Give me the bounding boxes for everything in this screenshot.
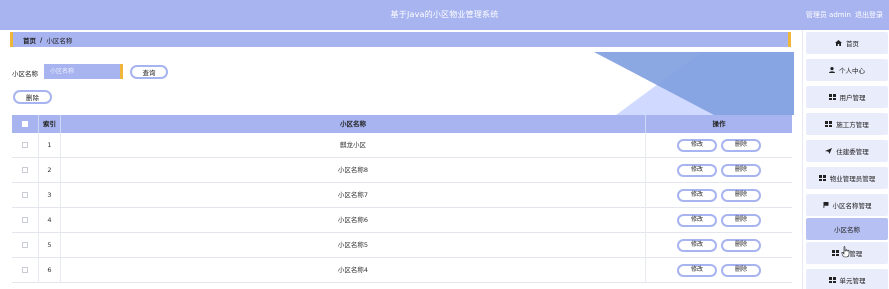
- breadcrumb-current: 小区名称: [46, 36, 73, 45]
- header-index: 索引: [38, 115, 60, 133]
- row-index: 5: [38, 232, 60, 258]
- table-row: 6 小区名称4 修改 删除: [12, 257, 792, 283]
- data-table: 索引 小区名称 操作 1 麒龙小区 修改 删除 2 小区名称8 修改 删除 3 小区名称7 修改 删除…: [12, 115, 792, 283]
- table-row: 3 小区名称7 修改 删除: [12, 182, 792, 208]
- search-input[interactable]: [44, 64, 123, 79]
- edit-button[interactable]: 修改: [677, 238, 717, 252]
- sidebar-item-label: 住建委管理: [836, 148, 869, 156]
- row-operations: 修改 删除: [645, 132, 792, 158]
- row-operations: 修改 删除: [645, 182, 792, 208]
- batch-delete-button[interactable]: 删除: [13, 90, 52, 104]
- search-label: 小区名称: [12, 70, 38, 78]
- row-name: 小区名称6: [60, 207, 645, 233]
- grid-icon: [825, 121, 833, 127]
- grid-icon: [828, 277, 836, 283]
- sidebar-item-label: 用户管理: [839, 94, 866, 102]
- row-checkbox[interactable]: [22, 192, 28, 198]
- row-name: 小区名称5: [60, 232, 645, 258]
- breadcrumb-separator: /: [40, 35, 43, 44]
- table-header: 索引 小区名称 操作: [12, 115, 792, 133]
- user-icon: [829, 67, 839, 73]
- header-operation: 操作: [645, 115, 792, 133]
- delete-button[interactable]: 删除: [721, 163, 761, 177]
- row-name: 小区名称7: [60, 182, 645, 208]
- delete-button[interactable]: 删除: [721, 213, 761, 227]
- sidebar-item-label: 小区名称: [834, 226, 860, 234]
- sidebar-item-4[interactable]: 住建委管理: [806, 140, 888, 162]
- query-button[interactable]: 查询: [130, 65, 168, 79]
- sidebar-item-0[interactable]: 首页: [806, 32, 888, 54]
- table-row: 5 小区名称5 修改 删除: [12, 232, 792, 258]
- delete-button[interactable]: 删除: [721, 263, 761, 277]
- row-index: 4: [38, 207, 60, 233]
- edit-button[interactable]: 修改: [677, 213, 717, 227]
- row-operations: 修改 删除: [645, 157, 792, 183]
- breadcrumb: 首页 / 小区名称: [10, 32, 791, 47]
- edit-button[interactable]: 修改: [677, 138, 717, 152]
- sidebar-item-7[interactable]: 小区名称: [806, 218, 888, 240]
- edit-button[interactable]: 修改: [677, 163, 717, 177]
- row-index: 1: [38, 132, 60, 158]
- top-bar: 基于Java的小区物业管理系统 管理员 admin 退出登录: [0, 0, 889, 30]
- row-operations: 修改 删除: [645, 207, 792, 233]
- edit-button[interactable]: 修改: [677, 188, 717, 202]
- row-checkbox[interactable]: [22, 242, 28, 248]
- row-name: 小区名称8: [60, 157, 645, 183]
- row-name: 麒龙小区: [60, 132, 645, 158]
- table-body: 1 麒龙小区 修改 删除 2 小区名称8 修改 删除 3 小区名称7 修改 删除 4 小区名称6 修改 删除 5…: [12, 132, 792, 283]
- sidebar-item-9[interactable]: 单元管理: [806, 269, 888, 289]
- table-row: 4 小区名称6 修改 删除: [12, 207, 792, 233]
- row-checkbox[interactable]: [22, 217, 28, 223]
- delete-button[interactable]: 删除: [721, 188, 761, 202]
- logout-link[interactable]: 退出登录: [855, 11, 883, 19]
- sidebar-item-3[interactable]: 施工方管理: [806, 113, 888, 135]
- select-all-checkbox[interactable]: [22, 121, 28, 127]
- sidebar-item-label: 首页: [846, 40, 859, 48]
- sidebar-item-label: 单元管理: [839, 277, 866, 285]
- table-row: 1 麒龙小区 修改 删除: [12, 132, 792, 158]
- sidebar-item-6[interactable]: 小区名称管理: [806, 194, 888, 216]
- sidebar-item-label: 物业管理员管理: [829, 175, 876, 183]
- sidebar-item-5[interactable]: 物业管理员管理: [806, 167, 888, 189]
- sidebar-item-label: 个人中心: [839, 67, 865, 75]
- breadcrumb-home[interactable]: 首页: [23, 35, 36, 45]
- row-operations: 修改 删除: [645, 257, 792, 283]
- row-checkbox[interactable]: [22, 167, 28, 173]
- row-index: 6: [38, 257, 60, 283]
- row-checkbox[interactable]: [22, 142, 28, 148]
- table-row: 2 小区名称8 修改 删除: [12, 157, 792, 183]
- row-index: 3: [38, 182, 60, 208]
- home-icon: [835, 40, 846, 46]
- sidebar-item-label: 小区名称管理: [832, 202, 872, 210]
- header-name: 小区名称: [60, 115, 645, 133]
- row-operations: 修改 删除: [645, 232, 792, 258]
- sidebar-item-2[interactable]: 用户管理: [806, 86, 888, 108]
- sidebar-item-1[interactable]: 个人中心: [806, 59, 888, 81]
- grid-icon: [818, 175, 826, 181]
- row-name: 小区名称4: [60, 257, 645, 283]
- user-area: 管理员 admin 退出登录: [802, 0, 883, 30]
- grid-icon: [831, 250, 839, 256]
- row-index: 2: [38, 157, 60, 183]
- mouse-cursor-icon: [841, 246, 850, 258]
- send-icon: [825, 148, 836, 154]
- sidebar-item-label: 施工方管理: [836, 121, 869, 129]
- delete-button[interactable]: 删除: [721, 238, 761, 252]
- delete-button[interactable]: 删除: [721, 138, 761, 152]
- row-checkbox[interactable]: [22, 267, 28, 273]
- flag-icon: [823, 202, 833, 208]
- current-user: 管理员 admin: [805, 11, 851, 19]
- grid-icon: [828, 94, 836, 100]
- edit-button[interactable]: 修改: [677, 263, 717, 277]
- app-title: 基于Java的小区物业管理系统: [390, 10, 499, 19]
